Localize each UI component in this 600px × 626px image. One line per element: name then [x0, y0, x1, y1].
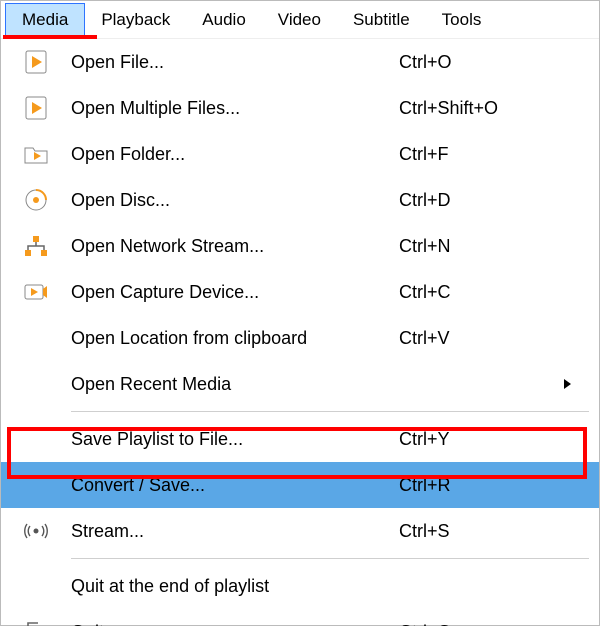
menu-shortcut: Ctrl+N [399, 236, 549, 257]
menu-item-save-playlist[interactable]: Save Playlist to File... Ctrl+Y [1, 416, 599, 462]
menu-separator [71, 411, 589, 412]
menu-shortcut: Ctrl+S [399, 521, 549, 542]
menu-shortcut: Ctrl+Q [399, 622, 549, 626]
menu-label: Save Playlist to File... [71, 429, 399, 450]
menu-label: Open Network Stream... [71, 236, 399, 257]
menu-playback[interactable]: Playback [85, 4, 186, 36]
menu-shortcut: Ctrl+F [399, 144, 549, 165]
menu-label: Convert / Save... [71, 475, 399, 496]
menu-label: Stream... [71, 521, 399, 542]
menu-separator [71, 558, 589, 559]
menu-item-convert-save[interactable]: Convert / Save... Ctrl+R [1, 462, 599, 508]
file-play-icon [1, 96, 71, 120]
menu-item-open-file[interactable]: Open File... Ctrl+O [1, 39, 599, 85]
menu-item-open-disc[interactable]: Open Disc... Ctrl+D [1, 177, 599, 223]
menu-audio[interactable]: Audio [186, 4, 261, 36]
menu-label: Open Recent Media [71, 374, 399, 395]
disc-icon [1, 189, 71, 211]
network-icon [1, 235, 71, 257]
menu-subtitle[interactable]: Subtitle [337, 4, 426, 36]
menu-item-open-folder[interactable]: Open Folder... Ctrl+F [1, 131, 599, 177]
menu-item-open-recent-media[interactable]: Open Recent Media [1, 361, 599, 407]
menu-shortcut: Ctrl+R [399, 475, 549, 496]
menu-item-open-network-stream[interactable]: Open Network Stream... Ctrl+N [1, 223, 599, 269]
menu-label: Open Folder... [71, 144, 399, 165]
menu-label: Open Multiple Files... [71, 98, 399, 119]
menubar: Media Playback Audio Video Subtitle Tool… [1, 1, 599, 39]
menu-shortcut: Ctrl+Y [399, 429, 549, 450]
menu-item-stream[interactable]: Stream... Ctrl+S [1, 508, 599, 554]
quit-icon [1, 621, 71, 626]
menu-label: Open File... [71, 52, 399, 73]
menu-label: Open Location from clipboard [71, 328, 399, 349]
media-dropdown: Open File... Ctrl+O Open Multiple Files.… [1, 39, 599, 626]
menu-item-open-location-clipboard[interactable]: Open Location from clipboard Ctrl+V [1, 315, 599, 361]
menu-label: Quit [71, 622, 399, 626]
capture-icon [1, 282, 71, 302]
menu-label: Open Capture Device... [71, 282, 399, 303]
app-window: Media Playback Audio Video Subtitle Tool… [0, 0, 600, 626]
menu-item-open-multiple-files[interactable]: Open Multiple Files... Ctrl+Shift+O [1, 85, 599, 131]
menu-item-quit[interactable]: Quit Ctrl+Q [1, 609, 599, 626]
menu-shortcut: Ctrl+Shift+O [399, 98, 549, 119]
folder-play-icon [1, 144, 71, 164]
menu-shortcut: Ctrl+V [399, 328, 549, 349]
menu-item-open-capture-device[interactable]: Open Capture Device... Ctrl+C [1, 269, 599, 315]
menu-item-quit-at-end[interactable]: Quit at the end of playlist [1, 563, 599, 609]
menu-label: Open Disc... [71, 190, 399, 211]
stream-icon [1, 521, 71, 541]
menu-shortcut: Ctrl+C [399, 282, 549, 303]
menu-shortcut: Ctrl+D [399, 190, 549, 211]
menu-shortcut: Ctrl+O [399, 52, 549, 73]
menu-video[interactable]: Video [262, 4, 337, 36]
menu-media[interactable]: Media [5, 3, 85, 37]
file-play-icon [1, 50, 71, 74]
menu-tools[interactable]: Tools [426, 4, 498, 36]
menu-label: Quit at the end of playlist [71, 576, 399, 597]
submenu-arrow-icon [564, 379, 571, 389]
